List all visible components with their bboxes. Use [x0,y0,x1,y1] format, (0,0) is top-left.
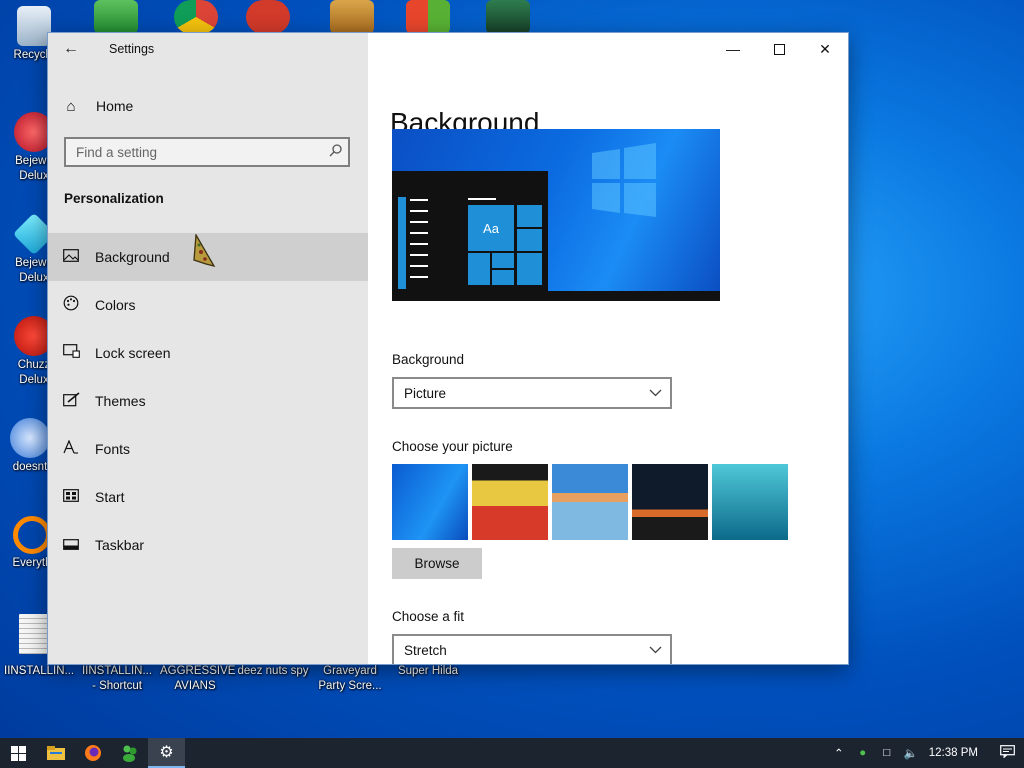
close-button[interactable]: ✕ [802,33,848,65]
brush-icon [48,391,94,411]
office-icon[interactable] [406,0,450,34]
preview-menu-list [398,197,406,289]
back-button[interactable]: ← [48,33,94,65]
windows-start-icon [11,745,26,761]
taskbar-icon [48,537,94,554]
game-character-icon[interactable] [486,0,530,34]
recycle-bin-icon [17,6,51,46]
title-bar: ← Settings [48,33,368,65]
nav-item-colors[interactable]: Colors [48,281,368,329]
settings-gear-icon: ⚙ [159,744,174,761]
start-button[interactable] [0,738,37,768]
preview-tile-2 [517,229,542,251]
preview-tile-large: Aa [468,205,514,251]
chevron-up-icon[interactable]: ⌃ [827,746,851,760]
section-heading: Personalization [64,191,164,206]
picture-thumbnails [392,464,788,540]
start-icon [48,488,94,506]
desktop-icon-graveyard-party[interactable]: Graveyard Party Scre... [314,664,386,694]
settings-nav-pane: ← Settings ⌂ Home Find a setting Persona… [48,33,368,664]
background-type-dropdown[interactable]: Picture [392,377,672,409]
archive-icon[interactable] [330,0,374,34]
firefox-icon [84,745,101,761]
thumbnail-underwater[interactable] [712,464,788,540]
desktop-icon-deez-nuts-spy[interactable]: deez nuts spy [234,664,312,679]
taskbar-file-explorer[interactable] [37,738,74,768]
document-icon [19,614,49,654]
chrome-icon[interactable] [174,0,218,34]
maximize-button[interactable] [756,33,802,65]
chevron-down-icon [640,643,670,657]
settings-window: ← Settings ⌂ Home Find a setting Persona… [48,33,848,664]
preview-title-line [468,198,496,200]
nav-item-taskbar[interactable]: Taskbar [48,521,368,569]
desktop-icon-installer[interactable]: IINSTALLIN... [4,664,74,679]
picture-icon [48,248,94,266]
doesnt-icon [10,418,50,458]
close-icon: ✕ [819,40,831,57]
preview-start-menu: Aa [392,171,548,291]
nav-item-lock-screen[interactable]: Lock screen [48,329,368,377]
choose-fit-label: Choose a fit [392,609,465,624]
preview-menu-lines [410,199,428,287]
network-icon[interactable]: □ [875,747,899,759]
back-arrow-icon: ← [63,40,79,57]
nav-item-start[interactable]: Start [48,473,368,521]
search-placeholder: Find a setting [76,144,158,160]
preview-tile-3 [468,253,490,285]
clock[interactable]: 12:38 PM [923,747,990,759]
choose-picture-label: Choose your picture [392,439,513,454]
minimize-button[interactable]: — [710,33,756,65]
settings-content-pane: — ✕ Background Aa Background Picture Cho… [368,33,848,664]
nav-item-fonts[interactable]: Fonts [48,425,368,473]
nav-item-themes[interactable]: Themes [48,377,368,425]
background-label: Background [392,352,465,367]
desktop-icon-aggressive-avians[interactable]: AGGRESSIVE AVIANS [160,664,235,694]
nav-home[interactable]: ⌂ Home [48,89,368,123]
desktop-icon-installer-shortcut[interactable]: IINSTALLIN... - Shortcut [80,664,154,694]
window-controls: — ✕ [710,33,848,65]
desktop-icon-super-hilda[interactable]: Super Hilda [394,664,462,679]
chevron-down-icon [640,386,670,400]
preview-tile-1 [517,205,542,227]
maximize-icon [773,43,785,55]
windows-logo-glow [592,143,656,217]
browse-button[interactable]: Browse [392,548,482,579]
taskbar-firefox[interactable] [74,738,111,768]
taskbar: ⚙ ⌃ ● □ 🔈 12:38 PM [0,738,1024,768]
minimize-icon: — [726,41,740,57]
thumbnail-windows-blue[interactable] [392,464,468,540]
thumbnail-cartoon-character[interactable] [472,464,548,540]
preview-tile-6 [517,253,542,285]
app-title: Settings [109,42,155,56]
people-icon[interactable]: ● [851,747,875,759]
thumbnail-beach-rocks[interactable] [552,464,628,540]
file-explorer-icon [46,746,65,760]
messenger-icon[interactable] [94,0,138,34]
taskbar-settings[interactable]: ⚙ [148,738,185,768]
find-setting-input[interactable]: Find a setting [64,137,350,167]
mouse-cursor-icon [193,234,216,268]
fonts-icon [48,439,94,458]
everything-search-icon [13,516,51,554]
preview-tile-4 [492,253,514,268]
app-red-icon[interactable] [246,0,290,34]
preview-taskbar [392,291,720,301]
lock-screen-icon [48,344,94,362]
action-center-icon[interactable] [990,745,1024,761]
home-icon: ⌂ [66,97,76,115]
search-icon [322,144,348,160]
messenger-icon [122,745,136,762]
system-tray: ⌃ ● □ 🔈 12:38 PM [827,738,1024,768]
preview-sample-text: Aa [483,220,499,236]
choose-fit-dropdown[interactable]: Stretch [392,634,672,664]
palette-icon [48,295,94,315]
volume-icon[interactable]: 🔈 [899,746,923,760]
taskbar-messenger[interactable] [111,738,148,768]
background-preview: Aa [392,129,720,301]
thumbnail-night-sky[interactable] [632,464,708,540]
preview-tile-5 [492,270,514,285]
